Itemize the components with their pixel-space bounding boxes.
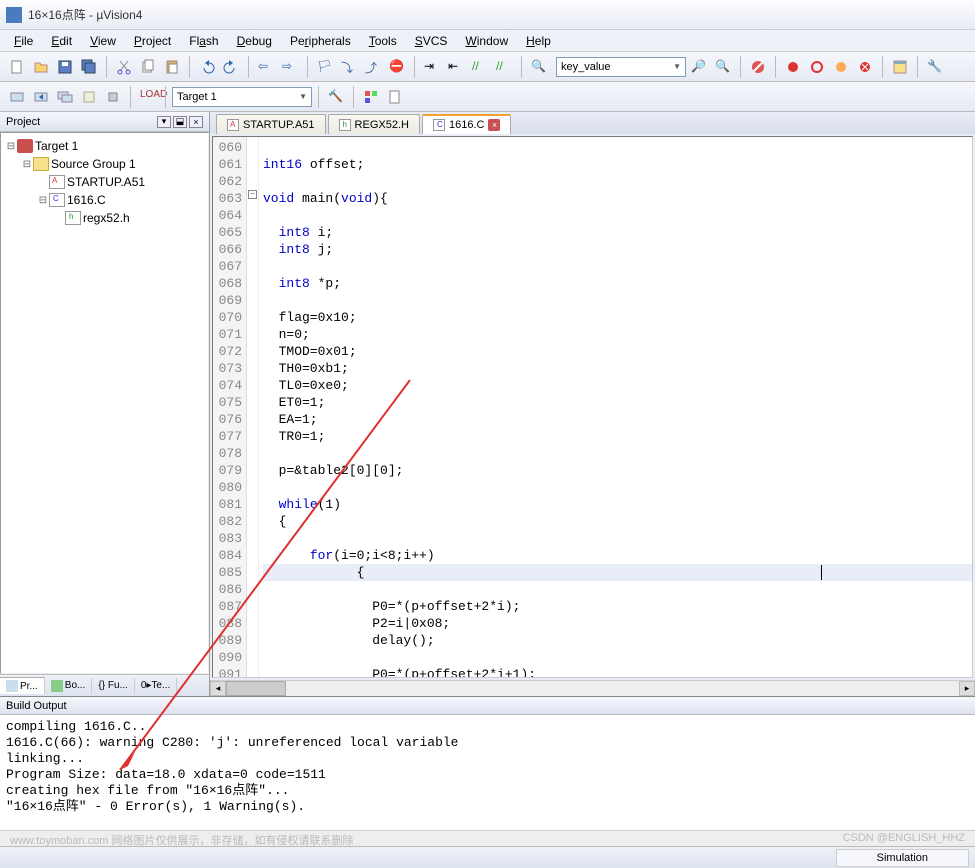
bookmark-next-icon[interactable]: ⤵ <box>338 56 360 78</box>
file-ext-icon[interactable] <box>384 86 406 108</box>
window-title: 16×16点阵 - µVision4 <box>28 6 142 23</box>
download-icon[interactable]: LOAD <box>137 86 159 108</box>
panel-tab-templates[interactable]: 0▸Te... <box>135 678 177 693</box>
configure-icon[interactable]: 🔧 <box>924 56 946 78</box>
redo-icon[interactable] <box>220 56 242 78</box>
project-panel-header: Project ▾ ⬓ × <box>0 112 209 132</box>
menu-window[interactable]: Window <box>457 32 516 50</box>
scroll-thumb[interactable] <box>226 681 286 696</box>
breakpoint-disable-icon[interactable] <box>830 56 852 78</box>
menu-view[interactable]: View <box>82 32 124 50</box>
file-tab-1616[interactable]: 1616.C× <box>422 114 511 134</box>
nav-back-icon[interactable]: ⇦ <box>255 56 277 78</box>
uncomment-icon[interactable]: // <box>493 56 515 78</box>
menu-edit[interactable]: Edit <box>43 32 80 50</box>
breakpoint-kill-icon[interactable] <box>854 56 876 78</box>
build-output-header: Build Output <box>0 697 975 715</box>
comment-icon[interactable]: // <box>469 56 491 78</box>
project-panel-tabs: Pr... Bo... {} Fu... 0▸Te... <box>0 674 209 696</box>
panel-pin-icon[interactable]: ⬓ <box>173 116 187 128</box>
outdent-icon[interactable]: ⇤ <box>445 56 467 78</box>
save-icon[interactable] <box>54 56 76 78</box>
title-bar: 16×16点阵 - µVision4 <box>0 0 975 30</box>
stop-build-icon[interactable] <box>102 86 124 108</box>
manage-project-icon[interactable] <box>360 86 382 108</box>
scroll-left-icon[interactable]: ◂ <box>210 681 226 696</box>
bookmark-clear-icon[interactable]: ⛔ <box>386 56 408 78</box>
editor-area: STARTUP.A51 REGX52.H 1616.C× 06006106206… <box>210 112 975 696</box>
search-value: key_value <box>561 61 611 73</box>
find-in-files-icon[interactable]: 🔎 <box>688 56 710 78</box>
code-content[interactable]: int16 offset;void main(void){ int8 i; in… <box>259 137 972 677</box>
menu-svcs[interactable]: SVCS <box>407 32 456 50</box>
panel-close-icon[interactable]: × <box>189 116 203 128</box>
file-tab-startup[interactable]: STARTUP.A51 <box>216 114 326 134</box>
target-combo[interactable]: Target 1▼ <box>172 87 312 107</box>
toolbar-main: ⇦ ⇨ 🏳 ⤵ ⤴ ⛔ ⇥ ⇤ // // 🔍 key_value▼ 🔎 🔍 🔧 <box>0 52 975 82</box>
indent-icon[interactable]: ⇥ <box>421 56 443 78</box>
bookmark-icon[interactable]: 🏳 <box>314 56 336 78</box>
incremental-find-icon[interactable]: 🔍 <box>712 56 734 78</box>
menu-debug[interactable]: Debug <box>229 32 280 50</box>
build-output-panel: Build Output compiling 1616.C... 1616.C(… <box>0 696 975 846</box>
file-tab-regx52[interactable]: REGX52.H <box>328 114 420 134</box>
tree-file-startup[interactable]: STARTUP.A51 <box>5 173 204 191</box>
menu-project[interactable]: Project <box>126 32 179 50</box>
panel-tab-books[interactable]: Bo... <box>45 678 93 694</box>
debug-icon[interactable] <box>747 56 769 78</box>
rebuild-icon[interactable] <box>54 86 76 108</box>
panel-tab-project[interactable]: Pr... <box>0 677 45 694</box>
status-bar: Simulation <box>0 846 975 868</box>
build-h-scrollbar[interactable] <box>0 830 975 846</box>
paste-icon[interactable] <box>161 56 183 78</box>
undo-icon[interactable] <box>196 56 218 78</box>
open-icon[interactable] <box>30 56 52 78</box>
project-tree[interactable]: ⊟Target 1 ⊟Source Group 1 STARTUP.A51 ⊟1… <box>0 132 209 674</box>
tree-file-1616[interactable]: ⊟1616.C <box>5 191 204 209</box>
save-all-icon[interactable] <box>78 56 100 78</box>
tree-group[interactable]: ⊟Source Group 1 <box>5 155 204 173</box>
bookmark-prev-icon[interactable]: ⤴ <box>362 56 384 78</box>
breakpoint-enable-icon[interactable] <box>806 56 828 78</box>
new-file-icon[interactable] <box>6 56 28 78</box>
menu-bar: File Edit View Project Flash Debug Perip… <box>0 30 975 52</box>
find-icon[interactable]: 🔍 <box>528 56 550 78</box>
code-editor[interactable]: 0600610620630640650660670680690700710720… <box>212 136 973 678</box>
toolbar-build: LOAD Target 1▼ 🔨 <box>0 82 975 112</box>
project-panel: Project ▾ ⬓ × ⊟Target 1 ⊟Source Group 1 … <box>0 112 210 696</box>
build-output-text[interactable]: compiling 1616.C... 1616.C(66): warning … <box>0 715 975 830</box>
menu-tools[interactable]: Tools <box>361 32 405 50</box>
build-icon[interactable] <box>30 86 52 108</box>
menu-file[interactable]: File <box>6 32 41 50</box>
app-icon <box>6 7 22 23</box>
tree-file-regx52[interactable]: regx52.h <box>5 209 204 227</box>
window-list-icon[interactable] <box>889 56 911 78</box>
project-panel-title: Project <box>6 116 40 128</box>
tree-root[interactable]: ⊟Target 1 <box>5 137 204 155</box>
search-combo[interactable]: key_value▼ <box>556 57 686 77</box>
panel-dropdown-icon[interactable]: ▾ <box>157 116 171 128</box>
line-gutter: 0600610620630640650660670680690700710720… <box>213 137 247 677</box>
panel-tab-functions[interactable]: {} Fu... <box>92 678 134 693</box>
status-mode: Simulation <box>836 849 969 867</box>
copy-icon[interactable] <box>137 56 159 78</box>
tab-close-icon[interactable]: × <box>488 119 500 131</box>
editor-h-scrollbar[interactable]: ◂ ▸ <box>210 680 975 696</box>
translate-icon[interactable] <box>6 86 28 108</box>
menu-help[interactable]: Help <box>518 32 559 50</box>
cut-icon[interactable] <box>113 56 135 78</box>
batch-build-icon[interactable] <box>78 86 100 108</box>
menu-peripherals[interactable]: Peripherals <box>282 32 359 50</box>
file-tabs: STARTUP.A51 REGX52.H 1616.C× <box>210 112 975 134</box>
fold-column[interactable]: − <box>247 137 259 677</box>
breakpoint-insert-icon[interactable] <box>782 56 804 78</box>
target-value: Target 1 <box>177 91 217 103</box>
target-options-icon[interactable]: 🔨 <box>325 86 347 108</box>
nav-fwd-icon[interactable]: ⇨ <box>279 56 301 78</box>
scroll-right-icon[interactable]: ▸ <box>959 681 975 696</box>
menu-flash[interactable]: Flash <box>181 32 226 50</box>
